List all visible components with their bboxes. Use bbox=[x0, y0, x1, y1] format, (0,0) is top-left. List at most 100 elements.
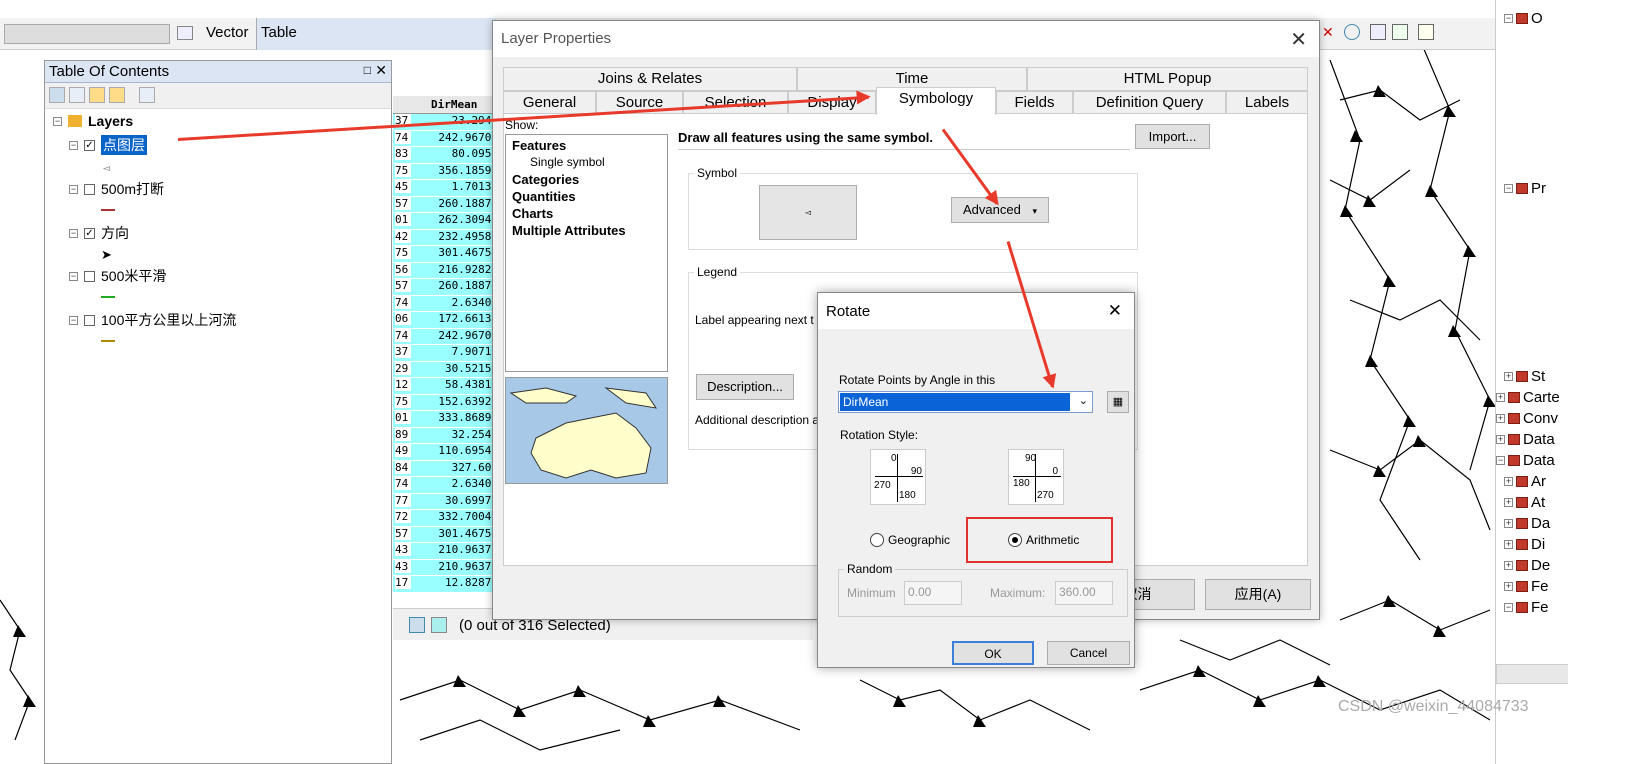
table-row[interactable]: 29 30.52157 bbox=[393, 361, 502, 378]
catalog-item[interactable]: − Fe bbox=[1504, 599, 1549, 616]
table-row[interactable]: 74 2.63402 bbox=[393, 477, 502, 494]
expand-icon[interactable]: + bbox=[1496, 393, 1505, 402]
layer-item-2[interactable]: − ✓ 方向 bbox=[69, 223, 129, 243]
ok-button[interactable]: OK bbox=[952, 641, 1034, 665]
catalog-item[interactable]: + Data bbox=[1496, 431, 1555, 448]
apply-button[interactable]: 应用(A) bbox=[1205, 579, 1311, 610]
expand-icon[interactable]: + bbox=[1504, 540, 1513, 549]
table-row[interactable]: 17 12.82875 bbox=[393, 576, 502, 593]
list-by-visibility-icon[interactable] bbox=[89, 87, 105, 103]
tree-multiple-attributes[interactable]: Multiple Attributes bbox=[512, 223, 626, 238]
collapse-icon[interactable]: − bbox=[69, 271, 78, 281]
layer-name[interactable]: 方向 bbox=[101, 223, 129, 243]
help-icon[interactable] bbox=[1344, 24, 1360, 40]
catalog-item[interactable]: + St bbox=[1504, 368, 1545, 385]
collapse-icon[interactable]: − bbox=[1504, 184, 1513, 193]
list-by-selection-icon[interactable] bbox=[109, 87, 125, 103]
catalog-item[interactable]: + Fe bbox=[1504, 578, 1549, 595]
table-row[interactable]: 74 242.96703 bbox=[393, 130, 502, 147]
table-row[interactable]: 56 216.92824 bbox=[393, 262, 502, 279]
layers-root[interactable]: − Layers bbox=[53, 113, 133, 129]
expand-icon[interactable]: + bbox=[1504, 498, 1513, 507]
expression-builder-icon[interactable]: ▦ bbox=[1107, 391, 1129, 413]
table-row[interactable]: 43 210.96375 bbox=[393, 559, 502, 576]
table-row[interactable]: 84 327.600 bbox=[393, 460, 502, 477]
toc-pin-icon[interactable]: □ bbox=[364, 63, 371, 77]
expand-icon[interactable]: + bbox=[1504, 582, 1513, 591]
expand-icon[interactable]: + bbox=[1504, 519, 1513, 528]
toc-close-icon[interactable]: ✕ bbox=[375, 62, 387, 79]
tab-fields[interactable]: Fields bbox=[996, 91, 1073, 115]
expand-icon[interactable]: + bbox=[1504, 372, 1513, 381]
layer-item-3[interactable]: − 500米平滑 bbox=[69, 266, 166, 286]
table-icon[interactable] bbox=[1370, 24, 1386, 40]
arithmetic-radio[interactable]: Arithmetic bbox=[1008, 533, 1079, 547]
table-row[interactable]: 01 262.30945 bbox=[393, 213, 502, 230]
catalog-item[interactable]: + Da bbox=[1504, 515, 1550, 532]
expand-icon[interactable]: + bbox=[1496, 414, 1505, 423]
table-row[interactable]: 74 2.63402 bbox=[393, 295, 502, 312]
table-row[interactable]: 75 152.63923 bbox=[393, 394, 502, 411]
tab-symbology[interactable]: Symbology bbox=[876, 87, 996, 115]
layer-item-1[interactable]: − 500m打断 bbox=[69, 179, 164, 199]
layer-item-4[interactable]: − 100平方公里以上河流 bbox=[69, 310, 236, 330]
column-header-dirmean[interactable]: DirMean bbox=[393, 96, 502, 114]
collapse-icon[interactable]: − bbox=[1504, 14, 1513, 23]
options-icon[interactable] bbox=[139, 87, 155, 103]
catalog-item[interactable]: + Ar bbox=[1504, 473, 1546, 490]
catalog-item[interactable]: + Conv bbox=[1496, 410, 1558, 427]
rotation-field-select[interactable]: DirMean ⌄ bbox=[838, 391, 1093, 413]
collapse-icon[interactable]: − bbox=[69, 315, 78, 325]
expand-icon[interactable]: + bbox=[1496, 435, 1505, 444]
catalog-item[interactable]: + At bbox=[1504, 494, 1545, 511]
tab-joins-relates[interactable]: Joins & Relates bbox=[503, 67, 797, 91]
table-row[interactable]: 01 333.86893 bbox=[393, 411, 502, 428]
layer-checkbox[interactable] bbox=[84, 314, 95, 326]
tool-icon-x[interactable]: ✕ bbox=[1322, 24, 1338, 40]
catalog-item[interactable]: + Di bbox=[1504, 536, 1545, 553]
table-row[interactable]: 12 58.43815 bbox=[393, 378, 502, 395]
table-row[interactable]: 57 260.18874 bbox=[393, 279, 502, 296]
layer-checkbox[interactable]: ✓ bbox=[84, 227, 95, 239]
horizontal-scrollbar[interactable] bbox=[1496, 664, 1569, 684]
tab-html-popup[interactable]: HTML Popup bbox=[1027, 67, 1308, 91]
show-selected-records-icon[interactable] bbox=[431, 617, 447, 633]
layer-name[interactable]: 100平方公里以上河流 bbox=[101, 310, 236, 330]
layer-checkbox[interactable] bbox=[84, 183, 95, 195]
table-row[interactable]: 57 301.46754 bbox=[393, 526, 502, 543]
tab-definition-query[interactable]: Definition Query bbox=[1073, 91, 1226, 115]
collapse-icon[interactable]: − bbox=[1504, 603, 1513, 612]
layer-name[interactable]: 500m打断 bbox=[101, 179, 164, 199]
collapse-icon[interactable]: − bbox=[69, 184, 78, 194]
table-row[interactable]: 75 356.18593 bbox=[393, 163, 502, 180]
table-row[interactable]: 72 332.70042 bbox=[393, 510, 502, 527]
tree-features[interactable]: Features bbox=[512, 138, 566, 153]
table-row[interactable]: 57 260.18874 bbox=[393, 196, 502, 213]
close-icon[interactable]: ✕ bbox=[1108, 301, 1122, 321]
vector-toolbar-icon[interactable] bbox=[177, 26, 193, 40]
tree-quantities[interactable]: Quantities bbox=[512, 189, 576, 204]
catalog-item[interactable]: − Data bbox=[1496, 452, 1555, 469]
show-all-records-icon[interactable] bbox=[409, 617, 425, 633]
layer-item-0[interactable]: − ✓ 点图层 bbox=[69, 135, 147, 155]
table-row[interactable]: 45 1.70135 bbox=[393, 180, 502, 197]
catalog-item[interactable]: − O bbox=[1504, 10, 1543, 27]
table-row[interactable]: 06 172.66139 bbox=[393, 312, 502, 329]
table-row[interactable]: 89 32.2547 bbox=[393, 427, 502, 444]
cancel-button[interactable]: Cancel bbox=[1047, 641, 1130, 665]
tab-general[interactable]: General bbox=[503, 91, 596, 115]
tree-charts[interactable]: Charts bbox=[512, 206, 553, 221]
expand-icon[interactable]: + bbox=[1504, 561, 1513, 570]
table-row[interactable]: 42 232.49588 bbox=[393, 229, 502, 246]
list-by-drawing-order-icon[interactable] bbox=[49, 87, 65, 103]
table-row[interactable]: 43 210.96375 bbox=[393, 543, 502, 560]
table-row[interactable]: 77 30.69973 bbox=[393, 493, 502, 510]
radio-checked-icon[interactable] bbox=[1008, 533, 1022, 547]
minimum-input[interactable]: 0.00 bbox=[904, 581, 962, 605]
collapse-icon[interactable]: − bbox=[69, 140, 78, 150]
table-row[interactable]: 75 301.46754 bbox=[393, 246, 502, 263]
geographic-radio[interactable]: Geographic bbox=[870, 533, 950, 547]
table-row[interactable]: 83 80.0958 bbox=[393, 147, 502, 164]
collapse-icon[interactable]: − bbox=[53, 116, 62, 126]
graph-icon[interactable] bbox=[1392, 24, 1408, 40]
